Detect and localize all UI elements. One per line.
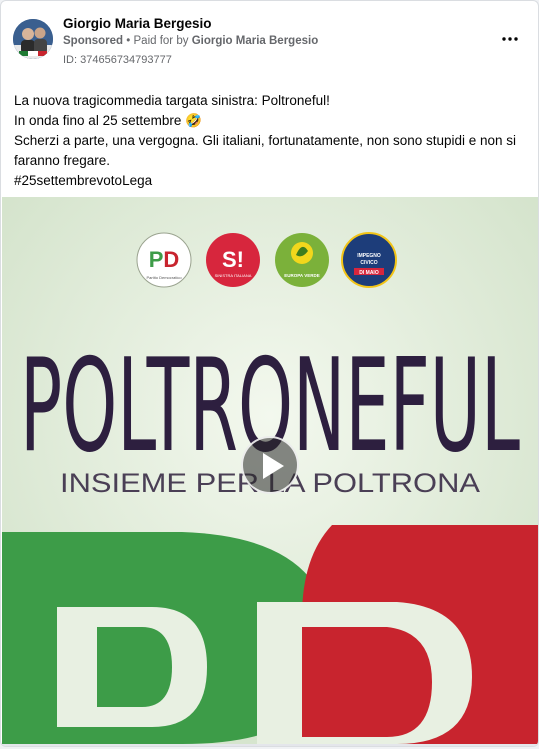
post-text-line: La nuova tragicommedia targata sinistra:… [14, 93, 330, 108]
more-options-button[interactable] [498, 27, 522, 51]
europa-verde-logo: EUROPA VERDE [275, 233, 329, 287]
paid-for-name: Giorgio Maria Bergesio [191, 35, 319, 47]
author-avatar[interactable] [13, 19, 53, 59]
sponsored-post-card: Giorgio Maria Bergesio Sponsored • Paid … [0, 0, 539, 747]
ad-id: ID: 374656734793777 [63, 54, 172, 66]
card-divider [1, 744, 538, 746]
post-text-line: Scherzi a parte, una vergogna. Gli itali… [14, 133, 517, 168]
post-header: Giorgio Maria Bergesio Sponsored • Paid … [13, 13, 528, 73]
svg-text:S!: S! [222, 247, 244, 272]
pd-big-logo [2, 525, 538, 744]
sponsored-label[interactable]: Sponsored [63, 35, 123, 47]
svg-text:CIVICO: CIVICO [360, 260, 377, 266]
video-player[interactable]: PD Partito Democratico S! SINISTRA ITALI… [2, 197, 538, 744]
paid-for-prefix: Paid for by [133, 35, 189, 47]
sponsored-meta: Sponsored • Paid for by Giorgio Maria Be… [63, 35, 318, 47]
impegno-civico-logo: IMPEGNO CIVICO DI MAIO [341, 232, 397, 288]
svg-text:DI MAIO: DI MAIO [359, 270, 379, 276]
play-icon [263, 453, 284, 479]
meta-separator: • [126, 35, 131, 47]
svg-text:EUROPA VERDE: EUROPA VERDE [284, 273, 320, 278]
svg-text:SINISTRA ITALIANA: SINISTRA ITALIANA [215, 273, 252, 278]
play-button[interactable] [241, 436, 299, 494]
post-text-line: In onda fino al 25 settembre 🤣 [14, 113, 202, 128]
si-logo: S! SINISTRA ITALIANA [206, 233, 260, 287]
svg-text:IMPEGNO: IMPEGNO [357, 253, 381, 259]
hashtag-link[interactable]: #25settembrevotoLega [14, 171, 529, 191]
author-name[interactable]: Giorgio Maria Bergesio [63, 16, 212, 31]
svg-text:Partito Democratico: Partito Democratico [146, 275, 182, 280]
svg-text:PD: PD [149, 247, 180, 272]
more-horizontal-icon [502, 37, 518, 41]
pd-logo: PD Partito Democratico [136, 232, 192, 288]
post-text: La nuova tragicommedia targata sinistra:… [14, 91, 529, 191]
